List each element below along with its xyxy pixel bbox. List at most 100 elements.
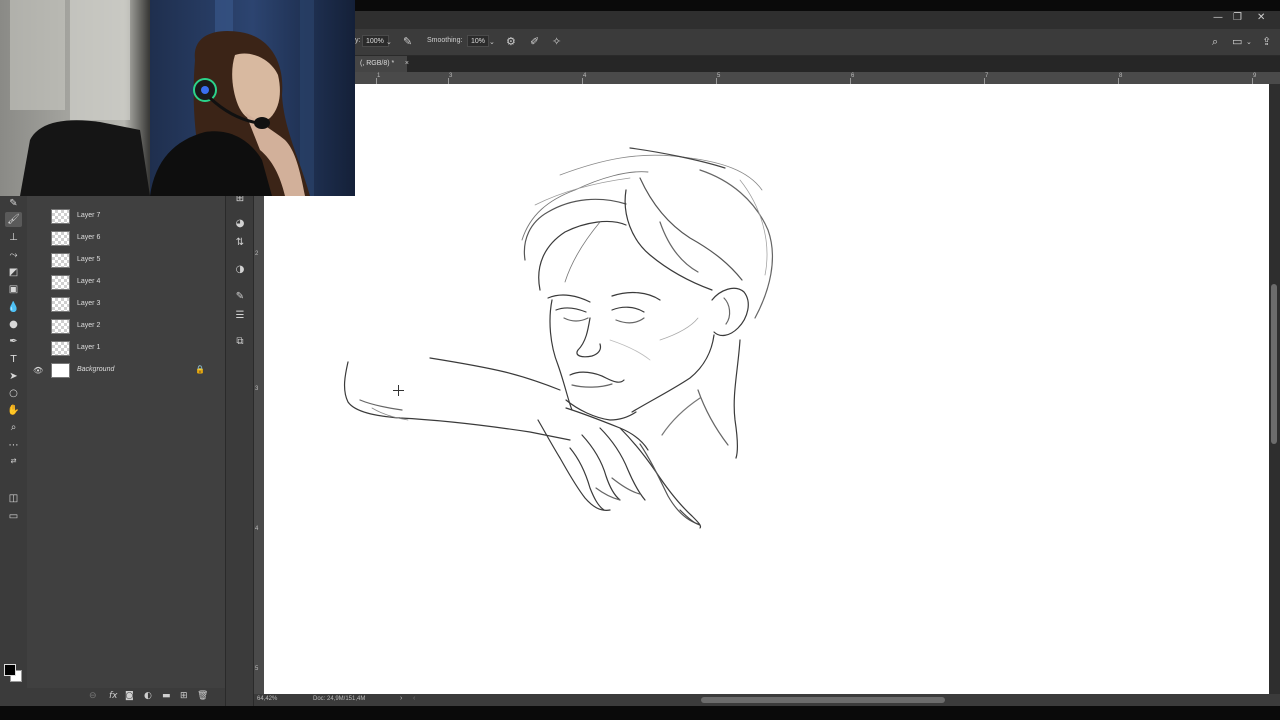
close-icon[interactable]: ×: [405, 56, 409, 72]
document-tab[interactable]: (, RGB/8) * ×: [355, 56, 409, 72]
properties-icon[interactable]: ☰: [233, 309, 247, 323]
brush-icon[interactable]: 🖌: [5, 212, 22, 227]
layer-row[interactable]: Layer 4: [27, 272, 225, 294]
brush-icon[interactable]: ✎: [5, 196, 22, 211]
type-icon[interactable]: T: [5, 352, 22, 367]
layer-name: Layer 7: [77, 212, 101, 219]
path-select-icon[interactable]: ➤: [5, 369, 22, 384]
blur-icon[interactable]: 💧: [5, 300, 22, 315]
screen-mode-icon[interactable]: ▭: [5, 509, 22, 524]
chevron-right-icon[interactable]: ›: [400, 695, 402, 702]
document-tab-label: (, RGB/8) *: [360, 60, 395, 67]
sketch-drawing: [343, 147, 774, 529]
doc-size: Doc: 24,9M/151,4M: [313, 696, 366, 702]
eraser-icon[interactable]: ◩: [5, 265, 22, 280]
airbrush-icon[interactable]: ✐: [530, 35, 539, 48]
layer-row[interactable]: Layer 1: [27, 338, 225, 360]
smoothing-field[interactable]: 10%: [467, 35, 489, 47]
ruler-number: 5: [255, 666, 259, 672]
tools-panel: ✎ 🖌 ⊥ ⤳ ◩ ▣ 💧 ● ✒ T ➤ ○ ✋ ⌕ ⋯ ⇄ ◫ ▭: [0, 196, 28, 706]
history-brush-icon[interactable]: ⤳: [5, 248, 22, 263]
layer-name: Layer 6: [77, 234, 101, 241]
status-bar: 64,42% Doc: 24,9M/151,4M › ‹: [253, 694, 1280, 706]
bottom-bar: [0, 706, 1280, 720]
ellipse-icon[interactable]: ○: [5, 386, 22, 401]
color-wheel-icon[interactable]: ◑: [233, 263, 247, 277]
ruler-number: 4: [255, 526, 259, 532]
adjustment-icon[interactable]: ◐: [144, 691, 152, 701]
trash-icon[interactable]: 🗑: [197, 691, 208, 701]
horizontal-scrollbar-thumb[interactable]: [701, 697, 945, 703]
eye-icon[interactable]: 👁: [33, 366, 43, 376]
minimize-button[interactable]: —: [1213, 12, 1223, 23]
vertical-scrollbar[interactable]: [1269, 84, 1280, 694]
chevron-down-icon[interactable]: ⌄: [1246, 38, 1252, 46]
visibility-toggle[interactable]: [33, 212, 43, 222]
chevron-down-icon[interactable]: ⌄: [386, 38, 392, 46]
document-canvas[interactable]: [264, 84, 1269, 694]
ruler-number: 1: [377, 73, 381, 79]
link-icon[interactable]: ⊖: [89, 691, 97, 701]
ruler-number: 3: [449, 73, 453, 79]
close-window-button[interactable]: ✕: [1257, 12, 1265, 23]
zoom-level[interactable]: 64,42%: [257, 696, 277, 702]
opacity-field[interactable]: 100%: [362, 35, 389, 47]
visibility-toggle[interactable]: [33, 234, 43, 244]
search-icon[interactable]: ⌕: [1212, 35, 1218, 49]
visibility-toggle[interactable]: [33, 256, 43, 266]
restore-button[interactable]: ❐: [1233, 12, 1242, 23]
layer-row-background[interactable]: 👁 Background 🔒: [27, 360, 225, 382]
layers-panel: Layer 7 Layer 6 Layer 5 Layer 4 Layer 3 …: [27, 188, 226, 706]
gear-icon[interactable]: ⚙: [506, 35, 516, 48]
layer-thumbnail: [51, 363, 70, 378]
swap-colors-icon[interactable]: ⇄: [5, 454, 22, 469]
mask-icon[interactable]: ◙: [125, 691, 134, 701]
pen-icon[interactable]: ✒: [5, 334, 22, 349]
foreground-color-swatch[interactable]: [4, 664, 16, 676]
more-icon[interactable]: ⋯: [5, 438, 22, 453]
layer-row[interactable]: Layer 2: [27, 316, 225, 338]
visibility-toggle[interactable]: [33, 322, 43, 332]
ruler-number: 5: [717, 73, 721, 79]
gradient-icon[interactable]: ▣: [5, 282, 22, 297]
scroll-left-icon[interactable]: ‹: [413, 695, 415, 702]
channels-icon[interactable]: ⧉: [233, 335, 247, 349]
dodge-icon[interactable]: ●: [5, 317, 22, 332]
chevron-down-icon[interactable]: ⌄: [489, 38, 495, 46]
layer-row[interactable]: Layer 3: [27, 294, 225, 316]
layer-name: Layer 4: [77, 278, 101, 285]
zoom-icon[interactable]: ⌕: [5, 420, 22, 435]
adjust-icon[interactable]: ⇅: [233, 236, 247, 250]
hand-icon[interactable]: ✋: [5, 403, 22, 418]
layer-thumbnail: [51, 231, 70, 246]
visibility-toggle[interactable]: [33, 300, 43, 310]
quick-mask-icon[interactable]: ◫: [5, 491, 22, 506]
layer-row[interactable]: Layer 7: [27, 206, 225, 228]
layer-thumbnail: [51, 209, 70, 224]
visibility-toggle[interactable]: [33, 344, 43, 354]
folder-icon[interactable]: ▬: [162, 691, 171, 701]
symmetry-icon[interactable]: ✧: [552, 35, 561, 48]
scrollbar-thumb[interactable]: [1271, 284, 1277, 444]
pressure-opacity-icon[interactable]: ✎: [403, 35, 412, 48]
fx-icon[interactable]: fx: [109, 691, 118, 701]
layer-row[interactable]: Layer 6: [27, 228, 225, 250]
color-icon[interactable]: ◕: [233, 217, 247, 231]
workspace-icon[interactable]: ▭: [1232, 35, 1242, 48]
brush-settings-icon[interactable]: ✎: [233, 290, 247, 304]
layer-row[interactable]: Layer 5: [27, 250, 225, 272]
title-bar: [355, 11, 1280, 29]
layer-name: Layer 3: [77, 300, 101, 307]
document-tabs: (, RGB/8) * ×: [355, 56, 1280, 72]
layer-name: Layer 5: [77, 256, 101, 263]
layer-thumbnail: [51, 341, 70, 356]
layer-thumbnail: [51, 319, 70, 334]
options-bar: y: 100% ⌄ ✎ Smoothing: 10% ⌄ ⚙ ✐ ✧ ⌕ ▭ ⌄…: [355, 29, 1280, 56]
layer-name: Background: [77, 366, 115, 373]
new-layer-icon[interactable]: ⊞: [180, 691, 188, 701]
stamp-icon[interactable]: ⊥: [5, 230, 22, 245]
share-icon[interactable]: ⇪: [1262, 35, 1271, 48]
ruler-number: 7: [985, 73, 989, 79]
layers-footer: ⊖ fx ◙ ◐ ▬ ⊞ 🗑: [27, 688, 225, 706]
visibility-toggle[interactable]: [33, 278, 43, 288]
